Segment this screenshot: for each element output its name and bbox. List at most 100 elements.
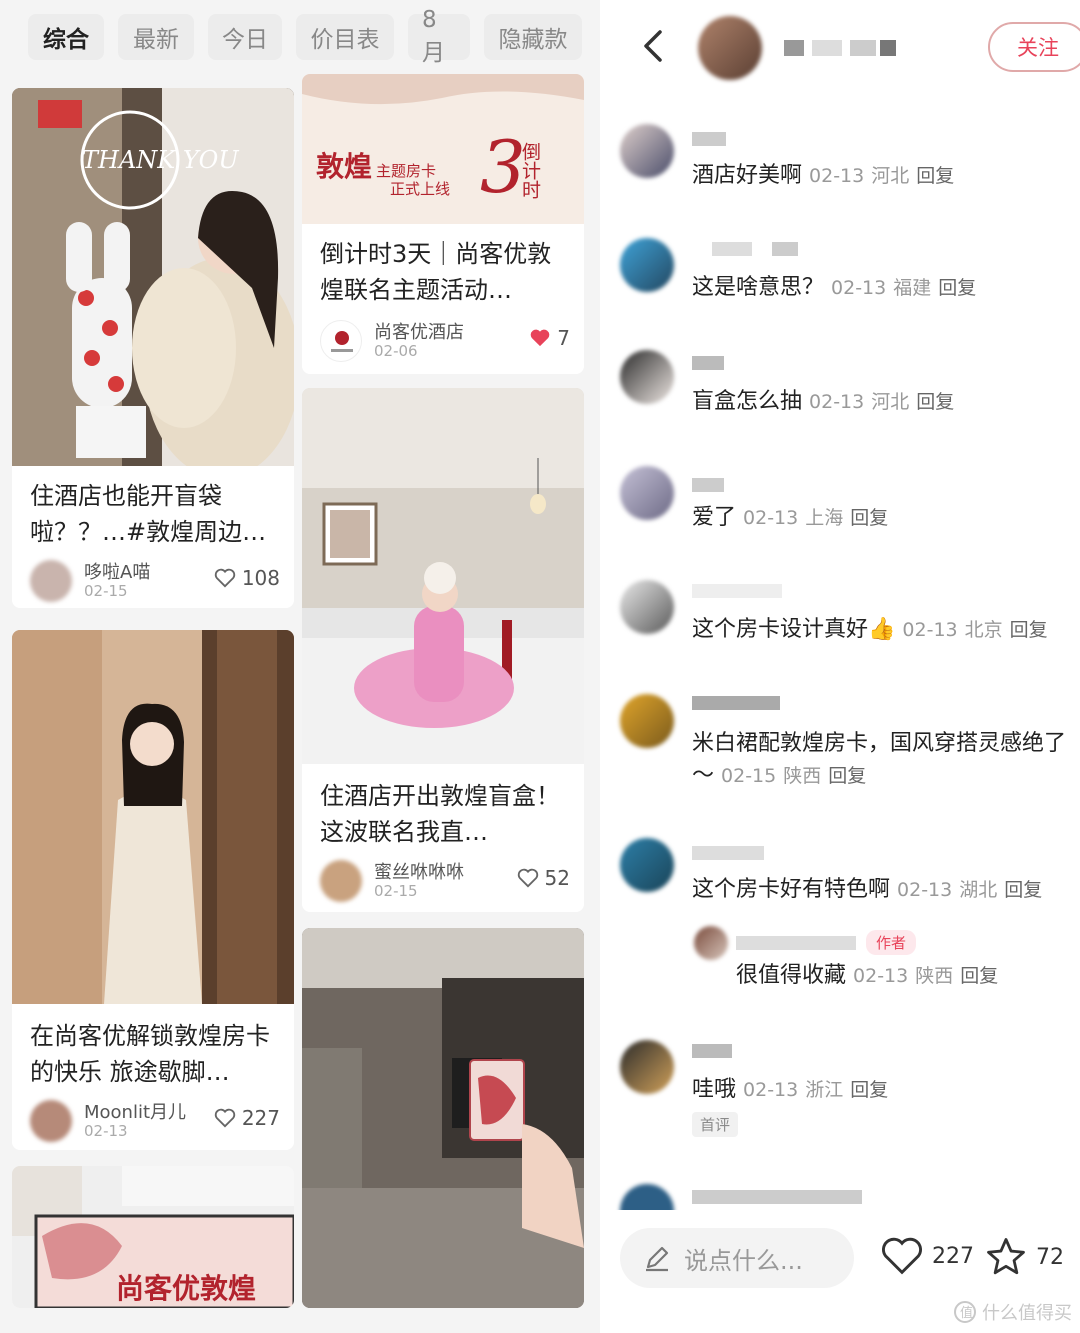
tab-august[interactable]: 8月 [408, 7, 470, 66]
reply-button[interactable]: 回复 [850, 507, 888, 529]
commenter-name-redacted [692, 1044, 732, 1058]
comment-region: 湖北 [959, 879, 998, 901]
like-button[interactable]: 227 [214, 1106, 280, 1130]
comment-date: 02-13 [853, 965, 909, 987]
note-card[interactable]: THANK YOU 住酒店也能开盲袋啦？？…#敦煌周边… 哆啦A喵 02-15 … [12, 88, 294, 608]
tab-all[interactable]: 综合 [28, 14, 104, 60]
commenter-name-redacted [692, 1190, 862, 1204]
comment-text-line: 盲盒怎么抽 02-13 河北 回复 [692, 386, 1076, 418]
comment-date: 02-13 [809, 391, 865, 413]
comment-input[interactable]: 说点什么... [620, 1228, 854, 1288]
note-card[interactable]: 尚客优敦煌 [12, 1166, 294, 1308]
note-card[interactable]: 在尚客优解锁敦煌房卡的快乐 旅途歇脚… Moonlit月儿 02-13 227 [12, 630, 294, 1150]
avatar [694, 926, 728, 960]
comment-region: 陕西 [783, 765, 822, 787]
comment-text-line: 哇哦 02-13 浙江 回复 [692, 1074, 1076, 1106]
thank-you-sign: THANK YOU [82, 146, 239, 174]
note-meta: 蜜丝咻咻咻 02-15 52 [320, 858, 570, 906]
poster-brand: 尚客优敦煌 [116, 1272, 256, 1305]
brand-logo [320, 320, 362, 362]
comment-text: 很值得收藏 [736, 963, 847, 988]
author-avatar[interactable] [698, 16, 762, 80]
sub-reply-line: 很值得收藏 02-13 陕西 回复 [736, 960, 1076, 992]
reply-button[interactable]: 回复 [916, 391, 954, 413]
comment-item [600, 1180, 1080, 1210]
note-cover-image [302, 388, 584, 764]
note-author: 哆啦A喵 [84, 562, 151, 583]
like-button[interactable]: 52 [517, 866, 570, 890]
note-date: 02-15 [84, 582, 128, 600]
note-card[interactable]: 敦煌 主题房卡 正式上线 3 倒计时 倒计时3天｜尚客优敦煌联名主题活动… 尚客… [302, 74, 584, 374]
poster-countdown: 倒计时 [519, 142, 541, 199]
comment-text: 这个房卡好有特色啊 [692, 877, 891, 902]
comment-item: 爱了 02-13 上海 回复 [600, 462, 1080, 562]
comment-region: 福建 [893, 277, 932, 299]
back-arrow-icon[interactable] [636, 26, 670, 66]
note-card[interactable]: 住酒店开出敦煌盲盒！这波联名我直… 蜜丝咻咻咻 02-15 52 [302, 388, 584, 912]
comment-text: 酒店好美啊 [692, 163, 803, 188]
comment-text-line: 酒店好美啊 02-13 河北 回复 [692, 160, 1076, 192]
author-name-redacted [784, 40, 896, 56]
tab-today[interactable]: 今日 [208, 14, 282, 60]
avatar [320, 860, 362, 902]
star-outline-icon [987, 1238, 1025, 1275]
countdown-poster-image: 敦煌 主题房卡 正式上线 3 倒计时 [302, 74, 584, 224]
commenter-name-redacted [692, 846, 764, 860]
comment-text-line: 米白裙配敦煌房卡，国风穿搭灵感绝了～ 02-15 陕西 回复 [692, 728, 1076, 792]
commenter-name-redacted [692, 478, 724, 492]
tab-latest[interactable]: 最新 [118, 14, 194, 60]
reply-button[interactable]: 回复 [850, 1079, 888, 1101]
note-detail-panel: 关注 酒店好美啊 02-13 河北 回复 这是啥意思？ 02-13 福建 回复 … [600, 0, 1080, 1333]
watermark-logo-icon: 值 [954, 1301, 976, 1323]
note-card[interactable] [302, 928, 584, 1308]
tab-price-list[interactable]: 价目表 [296, 14, 394, 60]
avatar [620, 124, 674, 178]
comment-date: 02-13 [809, 165, 865, 187]
heart-outline-icon [214, 1108, 235, 1128]
note-cover-image: 尚客优敦煌 [12, 1166, 294, 1308]
avatar [620, 350, 674, 404]
comment-region: 北京 [964, 619, 1003, 641]
comment-region: 河北 [871, 391, 910, 413]
avatar [620, 238, 674, 292]
like-button[interactable]: 227 [880, 1236, 974, 1276]
reply-button[interactable]: 回复 [1010, 619, 1048, 641]
like-button[interactable]: 108 [214, 566, 280, 590]
comment-text: 盲盒怎么抽 [692, 389, 803, 414]
follow-button[interactable]: 关注 [988, 22, 1080, 72]
note-meta: Moonlit月儿 02-13 227 [30, 1098, 280, 1146]
comment-text: 这个房卡设计真好👍 [692, 617, 896, 642]
note-title: 在尚客优解锁敦煌房卡的快乐 旅途歇脚… [30, 1022, 270, 1086]
avatar [30, 1100, 72, 1142]
commenter-name-redacted [692, 356, 724, 370]
note-author: Moonlit月儿 [84, 1102, 187, 1123]
reply-button[interactable]: 回复 [916, 165, 954, 187]
comment-text-line: 这是啥意思？ 02-13 福建 回复 [692, 272, 1076, 304]
first-comment-tag: 首评 [692, 1112, 739, 1137]
commenter-name-redacted [712, 242, 798, 256]
avatar [30, 560, 72, 602]
comment-region: 上海 [805, 507, 844, 529]
avatar [620, 580, 674, 634]
comment-date: 02-13 [897, 879, 953, 901]
favorite-button[interactable]: 72 [984, 1236, 1064, 1278]
reply-button[interactable]: 回复 [828, 765, 866, 787]
heart-outline-icon [214, 568, 235, 588]
comment-item: 这个房卡好有特色啊 02-13 湖北 回复 作者 很值得收藏 02-13 陕西 … [600, 836, 1080, 1016]
like-button[interactable]: 7 [529, 326, 570, 350]
commenter-name-redacted [692, 132, 726, 146]
reply-button[interactable]: 回复 [960, 965, 998, 987]
note-cover-image [12, 630, 294, 1004]
reply-button[interactable]: 回复 [938, 277, 976, 299]
commenter-name-redacted [692, 696, 780, 710]
comment-item: 米白裙配敦煌房卡，国风穿搭灵感绝了～ 02-15 陕西 回复 [600, 690, 1080, 810]
note-title: 倒计时3天｜尚客优敦煌联名主题活动… [320, 240, 552, 304]
comment-text: 这是啥意思？ [692, 275, 825, 300]
avatar [620, 1040, 674, 1094]
tab-hidden-edition[interactable]: 隐藏款 [484, 14, 582, 60]
favorite-count: 72 [1036, 1244, 1064, 1270]
author-badge: 作者 [866, 930, 917, 955]
comment-date: 02-13 [831, 277, 887, 299]
reply-button[interactable]: 回复 [1004, 879, 1042, 901]
comment-text-line: 这个房卡设计真好👍 02-13 北京 回复 [692, 614, 1076, 646]
